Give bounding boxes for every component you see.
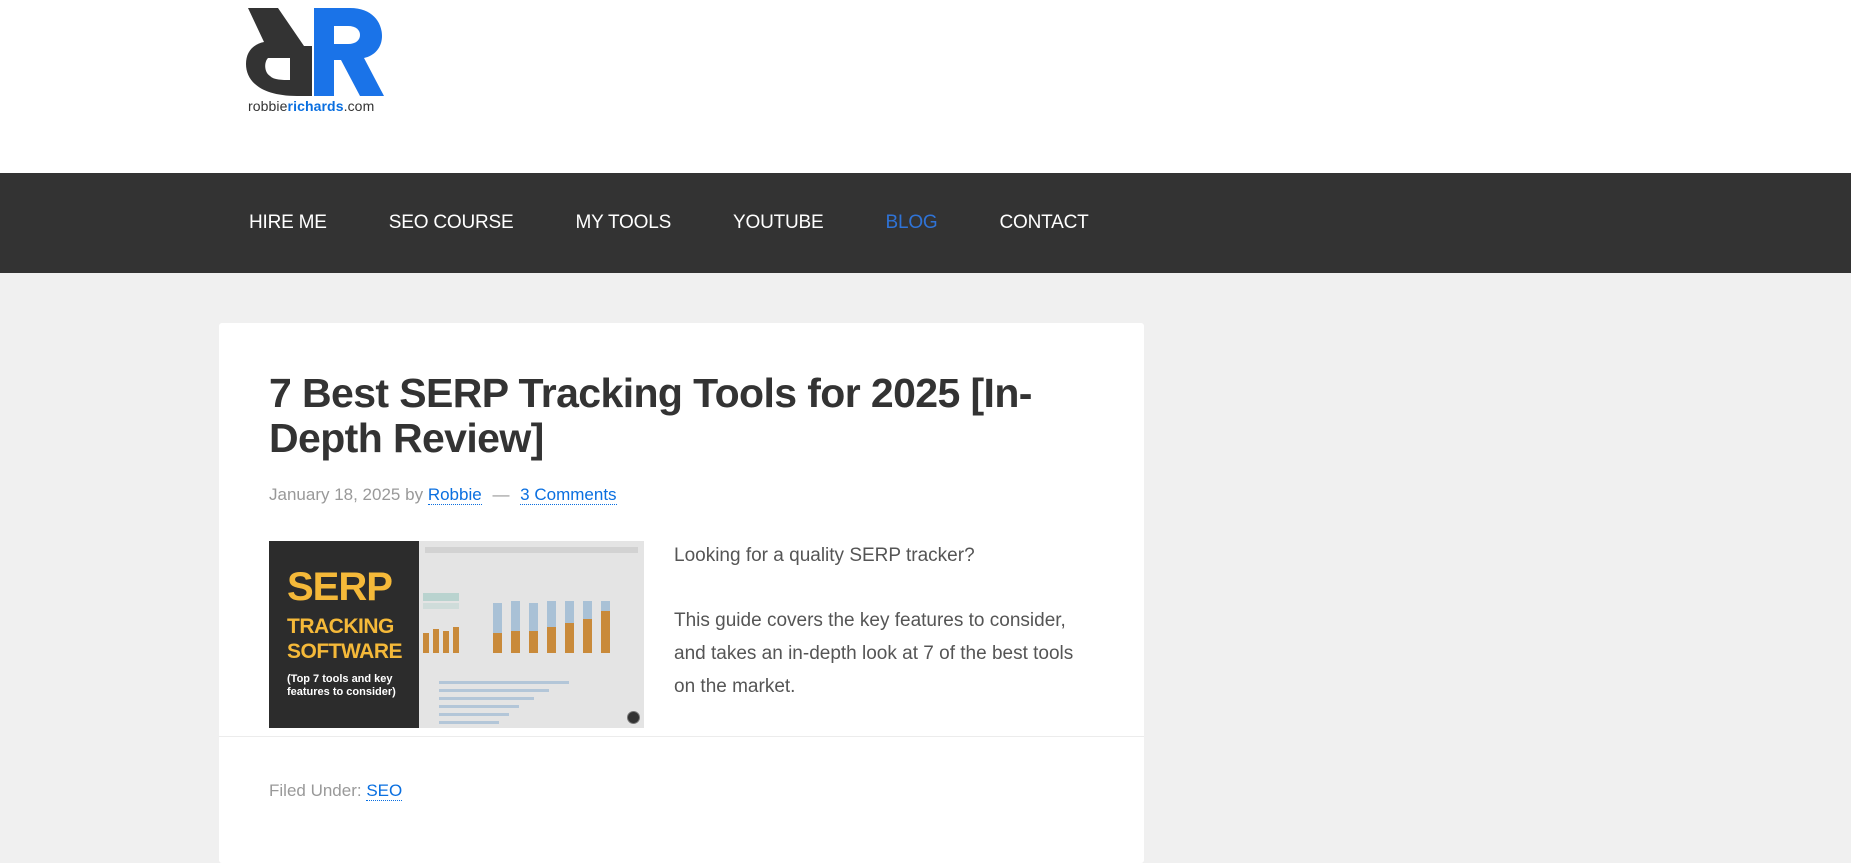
excerpt-paragraph: Looking for a quality SERP tracker?: [674, 545, 975, 566]
main-nav: HIRE ME SEO COURSE MY TOOLS YOUTUBE BLOG…: [0, 173, 1851, 273]
camera-icon: [627, 711, 640, 724]
post-categories: Filed Under: SEO: [269, 781, 403, 801]
site-header: robbierichards.com: [0, 0, 1851, 173]
nav-blog[interactable]: BLOG: [855, 173, 969, 273]
thumbnail-chart-image: [419, 541, 644, 728]
nav-my-tools[interactable]: MY TOOLS: [544, 173, 702, 273]
rr-logo-icon: [246, 8, 384, 96]
post-date: January 18, 2025: [269, 485, 401, 504]
post-thumbnail[interactable]: SERP TRACKING SOFTWARE (Top 7 tools and k…: [269, 541, 644, 728]
post-card: 7 Best SERP Tracking Tools for 2025 [In-…: [219, 323, 1144, 863]
site-logo[interactable]: robbierichards.com: [242, 6, 392, 118]
excerpt-paragraph: This guide covers the key features to co…: [674, 610, 1074, 697]
post-by: by: [405, 485, 424, 504]
nav-contact[interactable]: CONTACT: [969, 173, 1120, 273]
author-link[interactable]: Robbie: [427, 485, 482, 505]
thumbnail-title-rest: TRACKING SOFTWARE: [287, 615, 403, 663]
logo-text: robbierichards.com: [248, 98, 375, 114]
filed-under-label: Filed Under:: [269, 781, 362, 800]
thumbnail-subtitle: (Top 7 tools and key features to conside…: [287, 673, 396, 698]
post-meta: January 18, 2025 by Robbie — 3 Comments: [269, 485, 617, 505]
post-footer-divider: [219, 736, 1144, 737]
meta-separator: —: [492, 485, 510, 504]
nav-hire-me[interactable]: HIRE ME: [218, 173, 358, 273]
post-title[interactable]: 7 Best SERP Tracking Tools for 2025 [In-…: [269, 371, 1089, 461]
nav-seo-course[interactable]: SEO COURSE: [358, 173, 545, 273]
category-link-seo[interactable]: SEO: [366, 781, 403, 801]
post-excerpt: Looking for a quality SERP tracker? This…: [674, 539, 1094, 735]
thumbnail-title-serp: SERP: [287, 565, 393, 609]
nav-youtube[interactable]: YOUTUBE: [702, 173, 854, 273]
comments-link[interactable]: 3 Comments: [520, 485, 617, 505]
